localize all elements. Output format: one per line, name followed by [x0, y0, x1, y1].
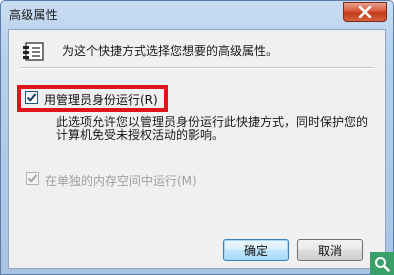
cancel-button[interactable]: 取消: [297, 239, 363, 261]
window-title: 高级属性: [9, 8, 58, 22]
properties-icon: [22, 42, 46, 62]
dialog-body: 为这个快捷方式选择您想要的高级属性。 用管理员身份运行(R) 此选项允许您以管理…: [8, 29, 386, 269]
intro-text: 为这个快捷方式选择您想要的高级属性。: [62, 44, 279, 58]
separate-memory-label: 在单独的内存空间中运行(M): [45, 174, 197, 188]
separate-memory-checkbox[interactable]: [26, 172, 39, 185]
advanced-properties-dialog: 高级属性 为这个快捷方式选择您想要的高级属性。 用管理员身份运行(R) 此选项允…: [0, 0, 394, 275]
ok-button[interactable]: 确定: [223, 239, 289, 261]
checkmark-icon: [26, 93, 37, 102]
magnifier-icon: [375, 256, 390, 272]
run-as-admin-label[interactable]: 用管理员身份运行(R): [44, 91, 158, 108]
title-bar[interactable]: 高级属性: [1, 1, 393, 29]
close-icon: [358, 6, 372, 18]
corner-badge: [370, 252, 394, 275]
close-button[interactable]: [343, 2, 387, 22]
run-as-admin-checkbox[interactable]: [25, 91, 38, 104]
divider: [20, 67, 374, 69]
checkmark-icon: [27, 174, 38, 183]
run-as-admin-description: 此选项允许您以管理员身份运行此快捷方式，同时保护您的计算机免受未授权活动的影响。: [56, 115, 369, 142]
